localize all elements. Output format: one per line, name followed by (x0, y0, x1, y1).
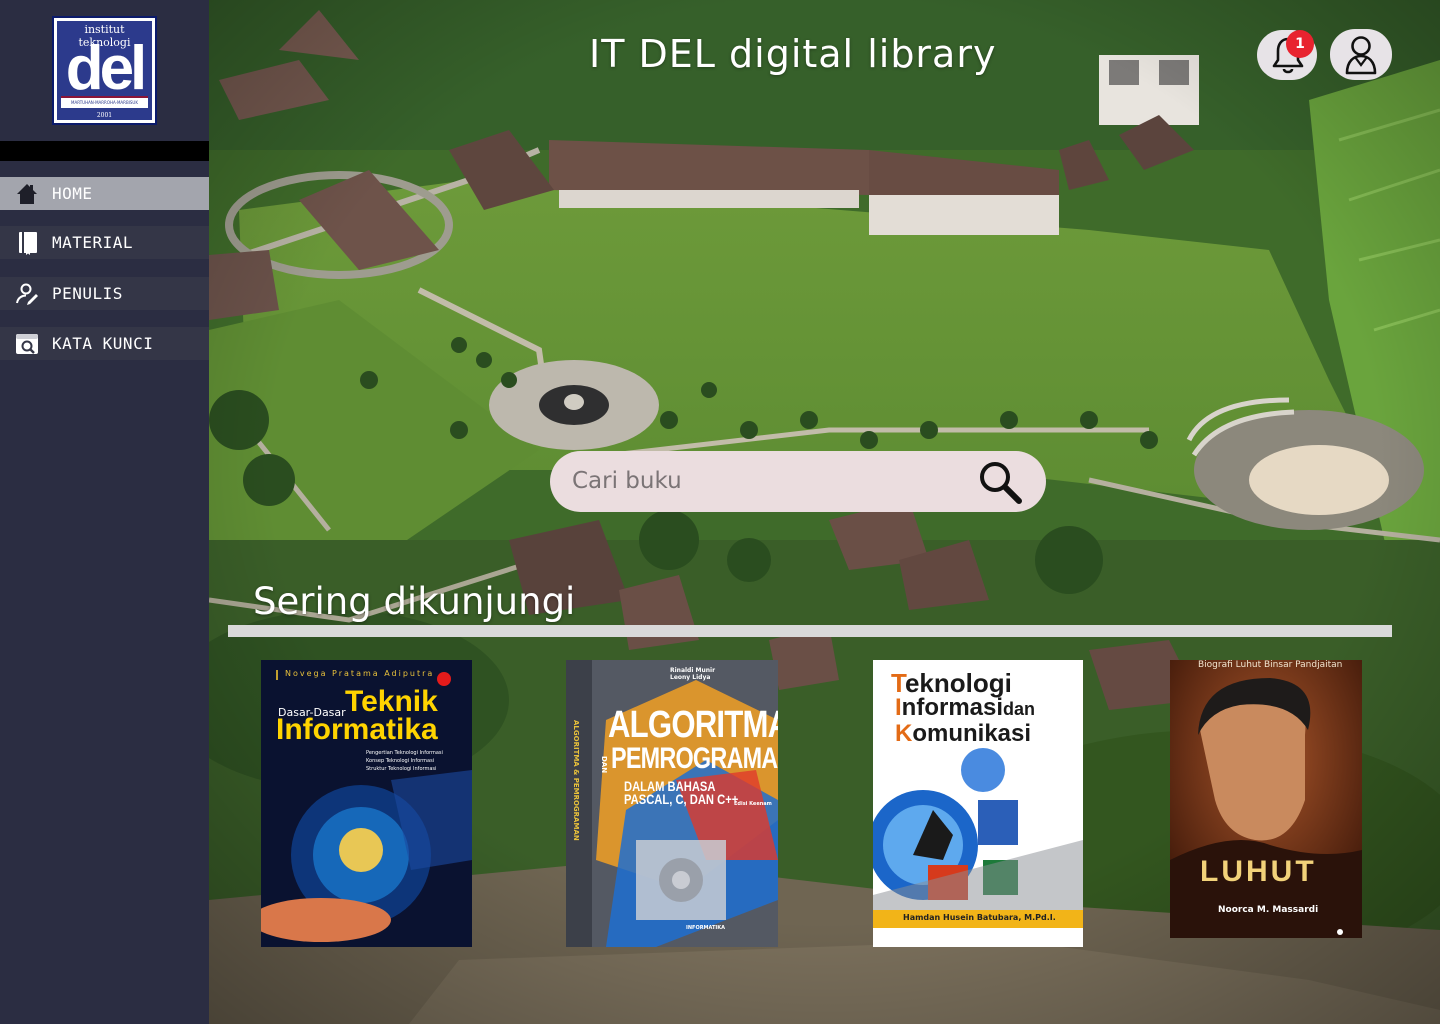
book-cover-art (1170, 660, 1362, 938)
book-subtitle: PASCAL, C, DAN C++ (624, 791, 739, 807)
book-author: Noorca M. Massardi (1218, 905, 1319, 915)
book-bullet: Pengertian Teknologi Informasi (366, 750, 443, 756)
logo-motto: MARTUHAN·MARROHA·MARBISUK (61, 96, 148, 108)
book-publisher: INFORMATIKA (686, 925, 726, 931)
book-icon (19, 231, 37, 255)
section-divider (228, 625, 1392, 637)
book-title-word: omunikasi (912, 720, 1032, 747)
logo-emblem: institut teknologi del MARTUHAN·MARROHA·… (57, 21, 152, 120)
keyword-search-icon (16, 333, 38, 354)
book-card-teknik-informatika[interactable]: Novega Pratama Adiputra Dasar-Dasar Tekn… (261, 660, 472, 947)
search-icon[interactable] (977, 459, 1023, 505)
book-title-line1: ALGORITMA (608, 704, 778, 746)
sidebar-item-label: HOME (52, 184, 93, 203)
sidebar-item-material[interactable]: MATERIAL (0, 226, 209, 259)
book-title-line2: Informatika (276, 713, 438, 746)
book-card-luhut[interactable]: Biografi Luhut Binsar Pandjaitan LUHUT N… (1170, 660, 1362, 938)
book-title-line3: Komunikasi (895, 720, 1031, 748)
book-subtitle: Biografi Luhut Binsar Pandjaitan (1198, 660, 1343, 670)
book-author: Leony Lidya (670, 674, 711, 681)
sidebar-divider-bar (0, 141, 209, 161)
book-title-word: nformasi (901, 694, 1004, 721)
book-author: Rinaldi Munir (670, 667, 716, 674)
section-title: Sering dikunjungi (253, 580, 576, 623)
sidebar-item-label: PENULIS (52, 284, 123, 303)
book-title-dan: DAN (600, 756, 608, 774)
user-icon (1345, 36, 1377, 75)
book-title-line2: Informasidan (895, 694, 1035, 722)
book-title-line2: PEMROGRAMAN (611, 742, 778, 775)
book-title-dan: dan (1003, 699, 1036, 719)
logo-year: 2001 (96, 112, 113, 119)
book-edition: Edisi Keenam (734, 801, 772, 807)
book-title: LUHUT (1200, 855, 1317, 888)
book-title-initial: I (895, 694, 902, 721)
book-spine-text: ALGORITMA & PEMROGRAMAN (572, 720, 580, 841)
book-author: Hamdan Husein Batubara, M.Pd.I. (903, 913, 1056, 922)
sidebar-item-kata-kunci[interactable]: KATA KUNCI (0, 327, 209, 360)
book-title-initial: K (895, 720, 913, 747)
search-input[interactable] (572, 461, 952, 501)
author-icon (16, 283, 38, 305)
book-bullet: Konsep Teknologi Informasi (366, 758, 435, 764)
sidebar-item-label: MATERIAL (52, 233, 134, 252)
notification-count-badge: 1 (1286, 30, 1314, 58)
sidebar-item-label: KATA KUNCI (52, 334, 154, 353)
sidebar-item-penulis[interactable]: PENULIS (0, 277, 209, 310)
book-search-bar[interactable] (550, 451, 1046, 512)
sidebar: institut teknologi del MARTUHAN·MARROHA·… (0, 0, 209, 1024)
book-author: Novega Pratama Adiputra (285, 669, 435, 678)
profile-button[interactable] (1330, 29, 1392, 80)
page-title: IT DEL digital library (589, 32, 997, 76)
book-bullet: Struktur Teknologi Informasi (366, 766, 437, 772)
home-icon (17, 183, 37, 204)
book-card-algoritma-pemrograman[interactable]: Rinaldi Munir Leony Lidya ALGORITMA & PE… (566, 660, 778, 947)
institution-logo[interactable]: institut teknologi del MARTUHAN·MARROHA·… (52, 16, 157, 125)
sidebar-item-home[interactable]: HOME (0, 177, 209, 210)
hero-area: IT DEL digital library 1 Sering dikunjun… (209, 0, 1440, 1024)
book-card-tik[interactable]: Teknologi Informasidan Komunikasi Hamdan… (873, 660, 1083, 947)
